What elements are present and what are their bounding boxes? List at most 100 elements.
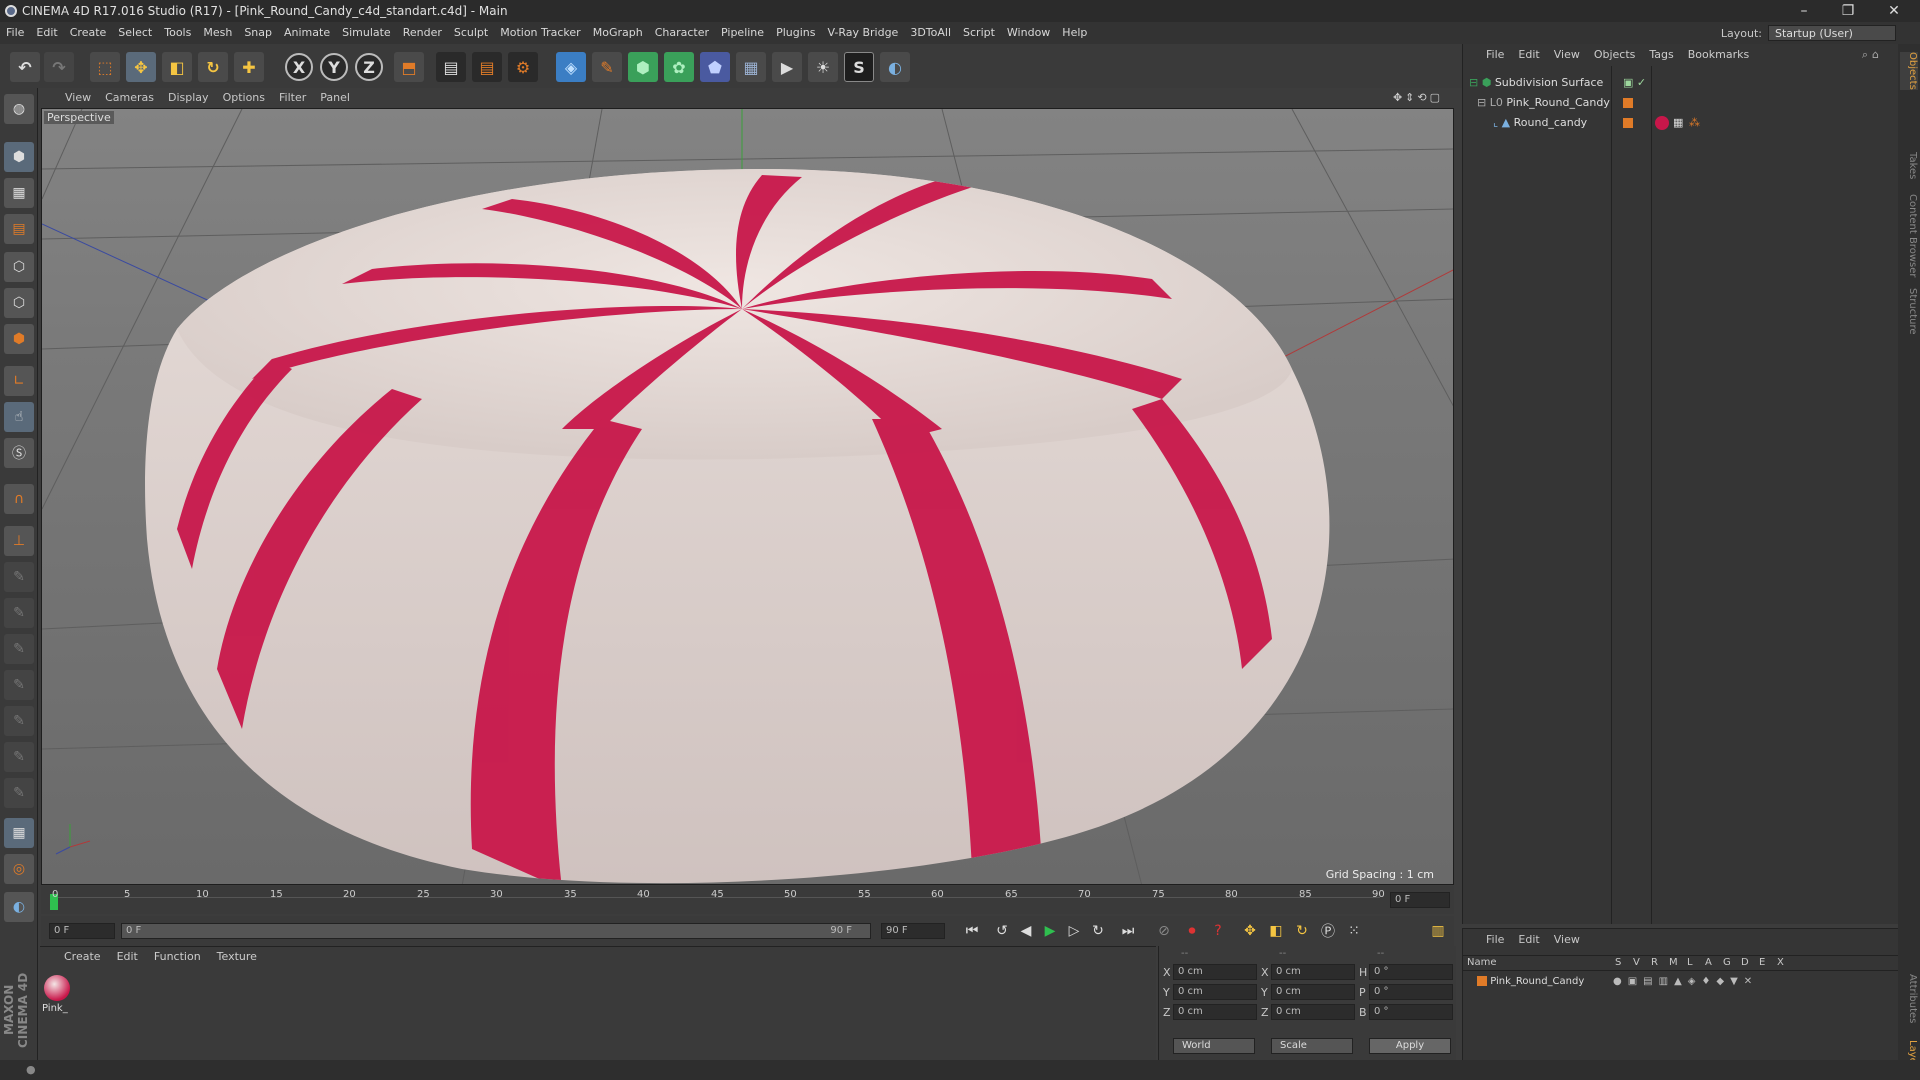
rotation-p-field[interactable]: 0 ° — [1369, 984, 1453, 1000]
spline-pen-icon[interactable]: ✎ — [592, 52, 622, 82]
z-axis-lock-icon[interactable]: Z — [355, 53, 383, 81]
make-editable-icon[interactable]: ◍ — [4, 94, 34, 124]
menu-edit[interactable]: Edit — [30, 22, 63, 44]
key-position-icon[interactable]: ✥ — [1239, 920, 1261, 942]
viewport-nav-icons[interactable]: ✥⇕⟲▢ — [1386, 88, 1450, 108]
vp-menu-view[interactable]: View — [58, 88, 98, 108]
sculpt-flatten-icon[interactable]: ✎ — [4, 670, 34, 700]
material-name[interactable]: Pink_ — [42, 1003, 68, 1014]
obj-menu-tags[interactable]: Tags — [1642, 44, 1680, 66]
size-y-field[interactable]: 0 cm — [1271, 984, 1355, 1000]
autokey-icon[interactable]: ⏺ — [1181, 920, 1203, 942]
floor-icon[interactable]: ▦ — [736, 52, 766, 82]
previous-key-icon[interactable]: ↺ — [991, 920, 1013, 942]
frame-range-slider[interactable]: 0 F 90 F — [121, 923, 871, 939]
layer-menu-view[interactable]: View — [1547, 929, 1587, 951]
rotation-h-field[interactable]: 0 ° — [1369, 964, 1453, 980]
mat-menu-function[interactable]: Function — [146, 947, 209, 967]
coordinate-space-dropdown[interactable]: World — [1173, 1038, 1255, 1054]
3d-viewport[interactable] — [41, 108, 1454, 885]
record-keys-icon[interactable]: ⊘ — [1153, 920, 1175, 942]
checker-lock-icon[interactable]: ▦ — [4, 818, 34, 848]
material-swatch[interactable] — [44, 975, 70, 1001]
menu-create[interactable]: Create — [64, 22, 113, 44]
menu-sculpt[interactable]: Sculpt — [448, 22, 494, 44]
end-frame-field[interactable]: 90 F — [881, 923, 945, 939]
live-selection-icon[interactable]: ⬚ — [90, 52, 120, 82]
render-picture-viewer-icon[interactable]: ▤ — [472, 52, 502, 82]
size-z-field[interactable]: 0 cm — [1271, 1004, 1355, 1020]
python-icon[interactable]: ◐ — [880, 52, 910, 82]
cloner-icon[interactable]: ✿ — [664, 52, 694, 82]
render-view-icon[interactable]: ▤ — [436, 52, 466, 82]
vp-menu-display[interactable]: Display — [161, 88, 216, 108]
undo-icon[interactable]: ↶ — [10, 52, 40, 82]
mat-menu-create[interactable]: Create — [56, 947, 109, 967]
sculpt-inflate-icon[interactable]: ✎ — [4, 706, 34, 736]
position-x-field[interactable]: 0 cm — [1173, 964, 1257, 980]
obj-menu-edit[interactable]: Edit — [1511, 44, 1546, 66]
floor-lock-icon[interactable]: ◎ — [4, 854, 34, 884]
snap-magnet-icon[interactable]: ∩ — [4, 484, 34, 514]
menu-tools[interactable]: Tools — [158, 22, 197, 44]
play-icon[interactable]: ▶ — [1039, 920, 1061, 942]
menu-character[interactable]: Character — [649, 22, 715, 44]
position-z-field[interactable]: 0 cm — [1173, 1004, 1257, 1020]
light-icon[interactable]: ☀ — [808, 52, 838, 82]
keyframe-selection-icon[interactable]: ? — [1207, 920, 1229, 942]
sculpt-grab-icon[interactable]: ✎ — [4, 742, 34, 772]
move-tool-icon[interactable]: ✥ — [126, 52, 156, 82]
start-frame-field[interactable]: 0 F — [49, 923, 115, 939]
obj-menu-file[interactable]: File — [1479, 44, 1511, 66]
menu-vray-bridge[interactable]: V-Ray Bridge — [821, 22, 904, 44]
deformer-icon[interactable]: ⬟ — [700, 52, 730, 82]
go-to-end-icon[interactable]: ⏭ — [1117, 920, 1139, 942]
key-pla-icon[interactable]: ⁙ — [1343, 920, 1365, 942]
mat-menu-texture[interactable]: Texture — [209, 947, 265, 967]
menu-3dtoall[interactable]: 3DToAll — [904, 22, 957, 44]
search-icon[interactable]: ⌕⌂ — [1855, 44, 1890, 66]
tab-takes[interactable]: Takes — [1900, 152, 1918, 179]
menu-script[interactable]: Script — [957, 22, 1001, 44]
scale-tool-icon[interactable]: ◧ — [162, 52, 192, 82]
redo-icon[interactable]: ↷ — [44, 52, 74, 82]
polygons-mode-icon[interactable]: ⬢ — [4, 324, 34, 354]
apply-button[interactable]: Apply — [1369, 1038, 1451, 1054]
transform-tool-icon[interactable]: ✚ — [234, 52, 264, 82]
layer-row[interactable]: Pink_Round_Candy ●▣▤▥▲◈♦◆▼✕ — [1477, 973, 1897, 991]
menu-plugins[interactable]: Plugins — [770, 22, 821, 44]
camera-icon[interactable]: ▶ — [772, 52, 802, 82]
tab-content-browser[interactable]: Content Browser — [1900, 194, 1918, 277]
rotation-b-field[interactable]: 0 ° — [1369, 1004, 1453, 1020]
layer-color-swatch[interactable] — [1623, 118, 1633, 128]
render-settings-icon[interactable]: ⚙ — [508, 52, 538, 82]
next-frame-icon[interactable]: ▷ — [1063, 920, 1085, 942]
sketch-toon-icon[interactable]: S — [844, 52, 874, 82]
layer-toggle-icons[interactable]: ●▣▤▥▲◈♦◆▼✕ — [1613, 973, 1758, 991]
python-script-icon[interactable]: ◐ — [4, 892, 34, 922]
texture-mode-icon[interactable]: ▦ — [4, 178, 34, 208]
sculpt-brush-icon[interactable]: ✎ — [4, 562, 34, 592]
tab-objects[interactable]: Objects — [1900, 52, 1918, 90]
object-row-subdivision-surface[interactable]: ⊟ ⬢ Subdivision Surface ▣ ✓ — [1469, 74, 1889, 92]
transform-mode-dropdown[interactable]: Scale — [1271, 1038, 1353, 1054]
previous-frame-icon[interactable]: ◀ — [1015, 920, 1037, 942]
minimize-icon[interactable]: – — [1784, 0, 1824, 22]
obj-menu-bookmarks[interactable]: Bookmarks — [1681, 44, 1756, 66]
tab-structure[interactable]: Structure — [1900, 288, 1918, 335]
menu-select[interactable]: Select — [112, 22, 158, 44]
object-row-round-candy[interactable]: ⌞ ▲ Round_candy ▦ ⁂ — [1493, 114, 1889, 132]
go-to-start-icon[interactable]: ⏮ — [961, 920, 983, 942]
close-icon[interactable]: ✕ — [1874, 0, 1914, 22]
material-tag-icon[interactable] — [1655, 116, 1669, 130]
layout-dropdown[interactable]: Startup (User) — [1768, 25, 1896, 41]
menu-simulate[interactable]: Simulate — [336, 22, 397, 44]
menu-mesh[interactable]: Mesh — [197, 22, 238, 44]
key-rotation-icon[interactable]: ↻ — [1291, 920, 1313, 942]
mat-menu-edit[interactable]: Edit — [109, 947, 146, 967]
object-row-pink-round-candy[interactable]: ⊟ L0 Pink_Round_Candy — [1477, 94, 1889, 112]
menu-help[interactable]: Help — [1056, 22, 1093, 44]
solo-mode-icon[interactable]: Ⓢ — [4, 438, 34, 468]
sculpt-pull-icon[interactable]: ✎ — [4, 598, 34, 628]
menu-pipeline[interactable]: Pipeline — [715, 22, 770, 44]
